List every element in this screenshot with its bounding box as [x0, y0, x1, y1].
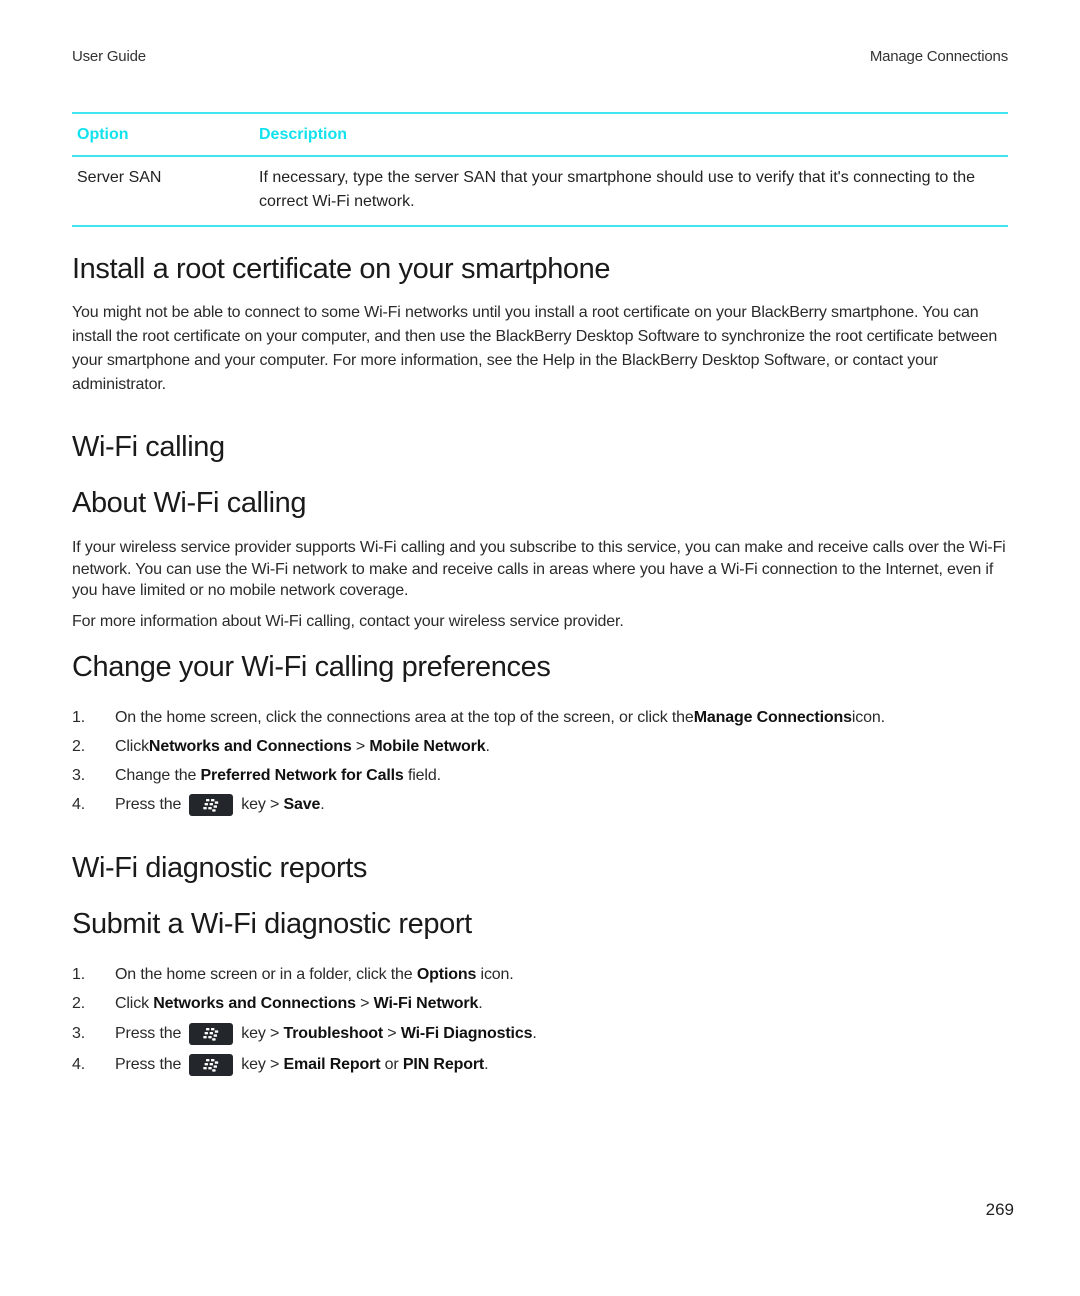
- wifi-calling-contact-paragraph: For more information about Wi-Fi calling…: [72, 613, 624, 630]
- running-header-chapter: Manage Connections: [869, 48, 1008, 65]
- column-header-description: Description: [259, 125, 348, 143]
- blackberry-menu-key-icon: [189, 1022, 234, 1045]
- step-text: key >: [241, 795, 284, 813]
- step-separator: or: [380, 1055, 403, 1073]
- step-number: 3.: [72, 766, 86, 784]
- step-text: .: [532, 1024, 537, 1042]
- step-text: Press the: [115, 1024, 182, 1042]
- step-text: Click: [115, 994, 154, 1012]
- ui-term-networks-and-connections: Networks and Connections: [153, 994, 356, 1012]
- step-item: 1. On the home screen or in a folder, cl…: [72, 960, 537, 989]
- step-number: 3.: [72, 1024, 86, 1042]
- heading-wifi-diagnostic-reports: Wi-Fi diagnostic reports: [72, 852, 367, 884]
- ui-term-wifi-network: Wi-Fi Network: [373, 994, 479, 1012]
- page-number: 269: [985, 1200, 1014, 1219]
- step-text: .: [484, 1055, 489, 1073]
- step-text: On the home screen, click the connection…: [115, 708, 694, 726]
- step-number: 4.: [72, 795, 86, 813]
- blackberry-menu-key-icon: [189, 1053, 234, 1076]
- heading-wifi-calling: Wi-Fi calling: [72, 431, 225, 463]
- submit-diagnostic-steps: 1. On the home screen or in a folder, cl…: [72, 960, 537, 1080]
- step-separator: >: [351, 737, 370, 755]
- step-item: 4. Press the key > Email Report or PIN R…: [72, 1049, 537, 1080]
- step-text: icon.: [476, 965, 514, 983]
- option-cell: Server SAN: [77, 169, 162, 186]
- step-item: 4. Press the key > Save.: [72, 790, 885, 819]
- step-text: .: [320, 795, 325, 813]
- ui-term-email-report: Email Report: [283, 1055, 381, 1073]
- step-text: .: [485, 737, 490, 755]
- step-item: 1. On the home screen, click the connect…: [72, 703, 885, 732]
- column-header-option: Option: [77, 125, 129, 143]
- description-cell: If necessary, type the server SAN that y…: [259, 169, 976, 210]
- ui-term-pin-report: PIN Report: [402, 1055, 485, 1073]
- ui-term-mobile-network: Mobile Network: [369, 737, 486, 755]
- step-number: 1.: [72, 965, 86, 983]
- step-separator: >: [383, 1024, 401, 1042]
- heading-change-wifi-calling-preferences: Change your Wi-Fi calling preferences: [72, 651, 551, 683]
- root-certificate-paragraph: You might not be able to connect to some…: [72, 304, 998, 393]
- ui-term-options: Options: [416, 965, 477, 983]
- options-table: Option Description Server SAN If necessa…: [72, 112, 1008, 227]
- step-number: 2.: [72, 737, 86, 755]
- ui-term-troubleshoot: Troubleshoot: [283, 1024, 384, 1042]
- blackberry-menu-key-icon: [189, 793, 234, 816]
- step-text: On the home screen or in a folder, click…: [115, 965, 417, 983]
- heading-submit-wifi-diagnostic-report: Submit a Wi-Fi diagnostic report: [72, 908, 472, 940]
- step-number: 1.: [72, 708, 86, 726]
- step-item: 3. Change the Preferred Network for Call…: [72, 761, 885, 790]
- step-text: Change the: [115, 766, 201, 784]
- table-bottom-rule: [72, 225, 1008, 227]
- ui-term-save: Save: [283, 795, 321, 813]
- step-text: key >: [241, 1024, 284, 1042]
- step-text: .: [478, 994, 483, 1012]
- step-text: Press the: [115, 1055, 182, 1073]
- change-preferences-steps: 1. On the home screen, click the connect…: [72, 703, 885, 819]
- step-item: 2. Click Networks and Connections > Mobi…: [72, 732, 885, 761]
- table-row: Server SAN If necessary, type the server…: [72, 157, 1008, 225]
- running-header-title: User Guide: [72, 48, 146, 65]
- step-number: 2.: [72, 994, 86, 1012]
- ui-term-networks-and-connections: Networks and Connections: [148, 737, 352, 755]
- step-text: icon.: [851, 708, 885, 726]
- ui-term-manage-connections: Manage Connections: [693, 708, 852, 726]
- heading-about-wifi-calling: About Wi-Fi calling: [72, 487, 307, 519]
- ui-term-preferred-network-for-calls: Preferred Network for Calls: [200, 766, 404, 784]
- step-text: key >: [241, 1055, 284, 1073]
- about-wifi-calling-paragraph: If your wireless service provider suppor…: [72, 539, 1006, 599]
- step-number: 4.: [72, 1055, 86, 1073]
- step-item: 2. Click Networks and Connections > Wi-F…: [72, 989, 537, 1018]
- step-text: Press the: [115, 795, 182, 813]
- step-text: field.: [403, 766, 441, 784]
- step-text: Click: [115, 737, 149, 755]
- ui-term-wifi-diagnostics: Wi-Fi Diagnostics: [400, 1024, 533, 1042]
- step-separator: >: [355, 994, 374, 1012]
- table-header-row: Option Description: [72, 114, 1008, 155]
- step-item: 3. Press the key > Troubleshoot > Wi-Fi …: [72, 1018, 537, 1049]
- heading-install-root-certificate: Install a root certificate on your smart…: [72, 253, 611, 285]
